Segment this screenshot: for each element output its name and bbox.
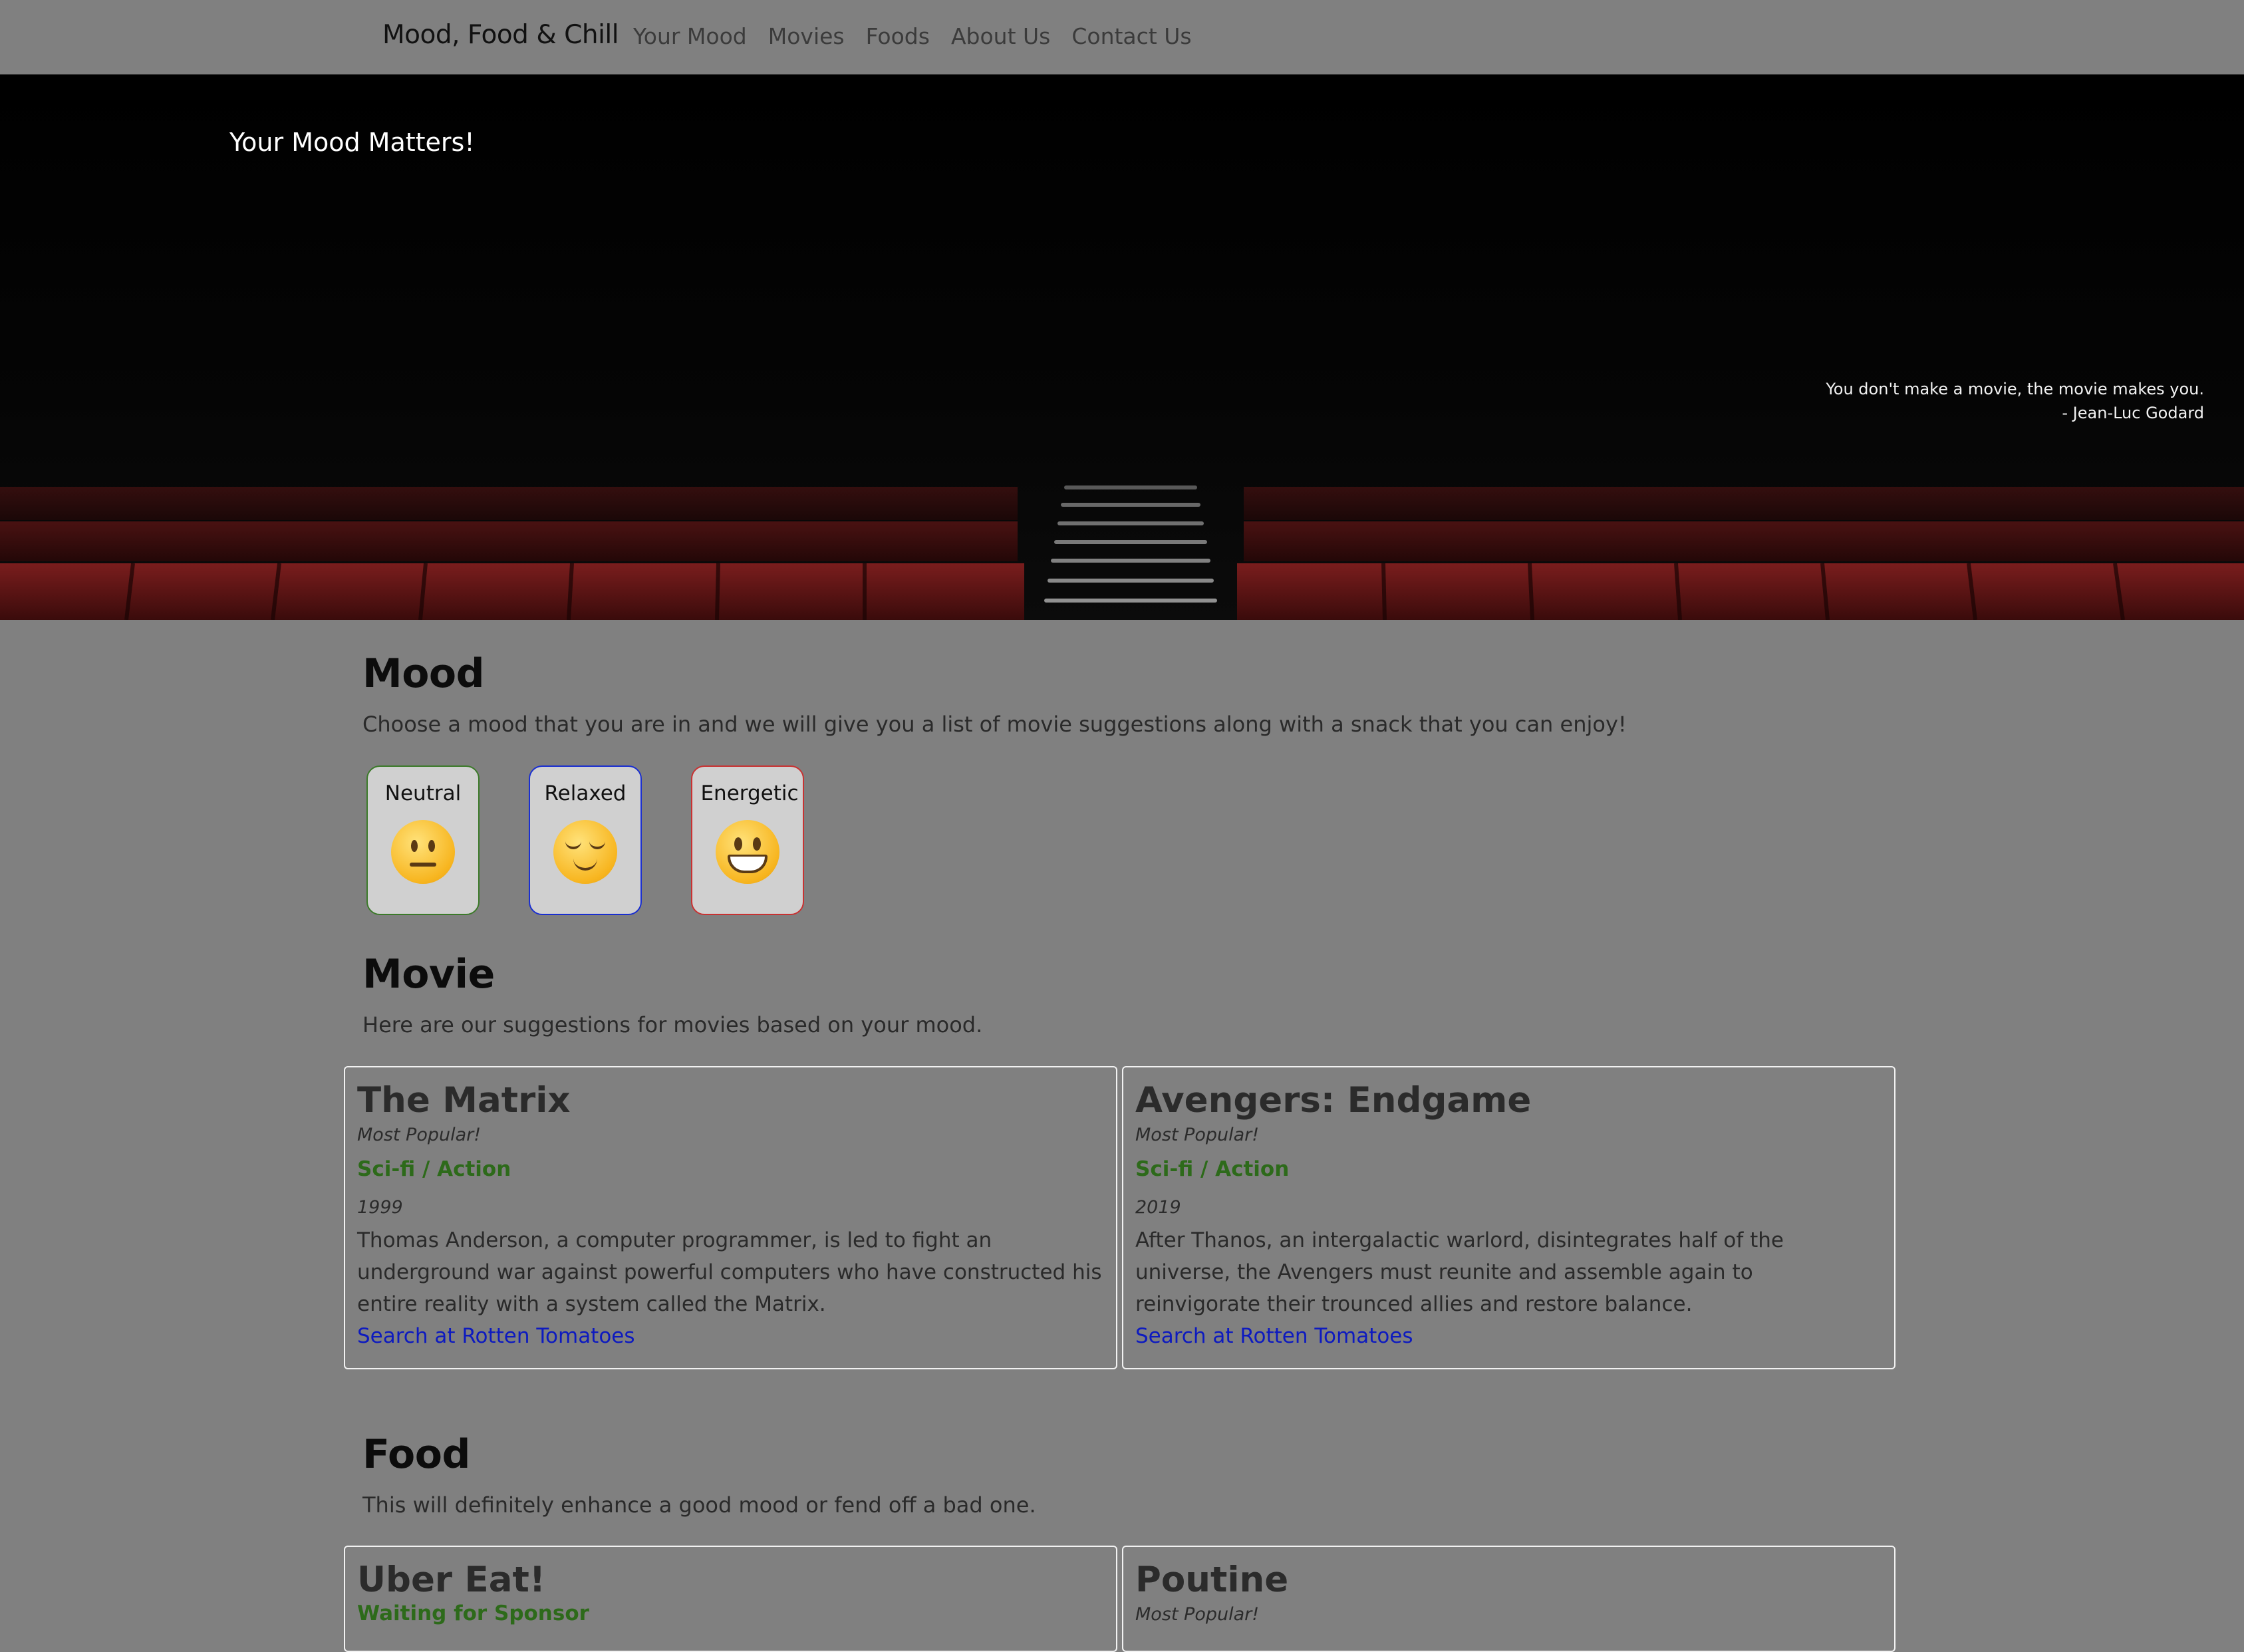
movie-section-title: Movie [362,951,495,998]
quote-text: You don't make a movie, the movie makes … [1826,380,2204,398]
nav-link-about-us[interactable]: About Us [951,23,1050,49]
aisle-stairs [1034,474,1227,620]
mood-option-energetic[interactable]: Energetic [691,765,804,915]
hero-title: Your Mood Matters! [229,128,475,157]
nav-link-your-mood[interactable]: Your Mood [633,23,747,49]
hero-quote: You don't make a movie, the movie makes … [1826,377,2204,425]
food-title: Uber Eat! [357,1560,545,1600]
movie-synopsis: After Thanos, an intergalactic warlord, … [1135,1228,1784,1316]
quote-author: - Jean-Luc Godard [2062,404,2204,422]
movie-genre: Sci-fi / Action [1135,1157,1290,1181]
grinning-face-icon [716,820,779,884]
movie-section-description: Here are our suggestions for movies base… [362,1012,983,1037]
mood-label: Neutral [384,781,462,805]
neutral-face-icon [391,820,455,884]
movie-title: Avengers: Endgame [1135,1080,1532,1121]
hero-banner: Your Mood Matters! You don't make a movi… [0,74,2244,620]
movie-card-the-matrix: The Matrix Most Popular! Sci-fi / Action… [344,1066,1117,1369]
mood-section-title: Mood [362,650,485,697]
food-section-description: This will definitely enhance a good mood… [362,1492,1036,1518]
food-card-poutine: Poutine Most Popular! [1122,1546,1895,1652]
movie-badge: Most Popular! [1135,1125,1260,1145]
mood-option-neutral[interactable]: Neutral [366,765,480,915]
nav-links: Your Mood Movies Foods About Us Contact … [633,23,1192,49]
rotten-tomatoes-link[interactable]: Search at Rotten Tomatoes [357,1320,1104,1352]
mood-label: Energetic [700,781,799,805]
food-section-title: Food [362,1431,470,1478]
nav-link-contact-us[interactable]: Contact Us [1071,23,1191,49]
movie-year: 2019 [1135,1197,1181,1218]
relieved-face-icon [553,820,617,884]
brand-logo[interactable]: Mood, Food & Chill [382,20,619,50]
movie-genre: Sci-fi / Action [357,1157,511,1181]
food-card-uber-eat: Uber Eat! Waiting for Sponsor [344,1546,1117,1652]
mood-option-relaxed[interactable]: Relaxed [529,765,642,915]
mood-label: Relaxed [544,781,627,805]
mood-section-description: Choose a mood that you are in and we wil… [362,712,1627,737]
nav-link-movies[interactable]: Movies [768,23,845,49]
rotten-tomatoes-link[interactable]: Search at Rotten Tomatoes [1135,1320,1882,1352]
movie-card-avengers-endgame: Avengers: Endgame Most Popular! Sci-fi /… [1122,1066,1895,1369]
food-badge: Waiting for Sponsor [357,1601,589,1625]
movie-year: 1999 [357,1197,403,1218]
food-badge: Most Popular! [1135,1604,1260,1625]
nav-link-foods[interactable]: Foods [866,23,930,49]
movie-synopsis: Thomas Anderson, a computer programmer, … [357,1228,1102,1316]
navbar: Mood, Food & Chill Your Mood Movies Food… [0,0,2244,74]
food-title: Poutine [1135,1560,1289,1600]
movie-badge: Most Popular! [357,1125,482,1145]
movie-title: The Matrix [357,1080,571,1121]
